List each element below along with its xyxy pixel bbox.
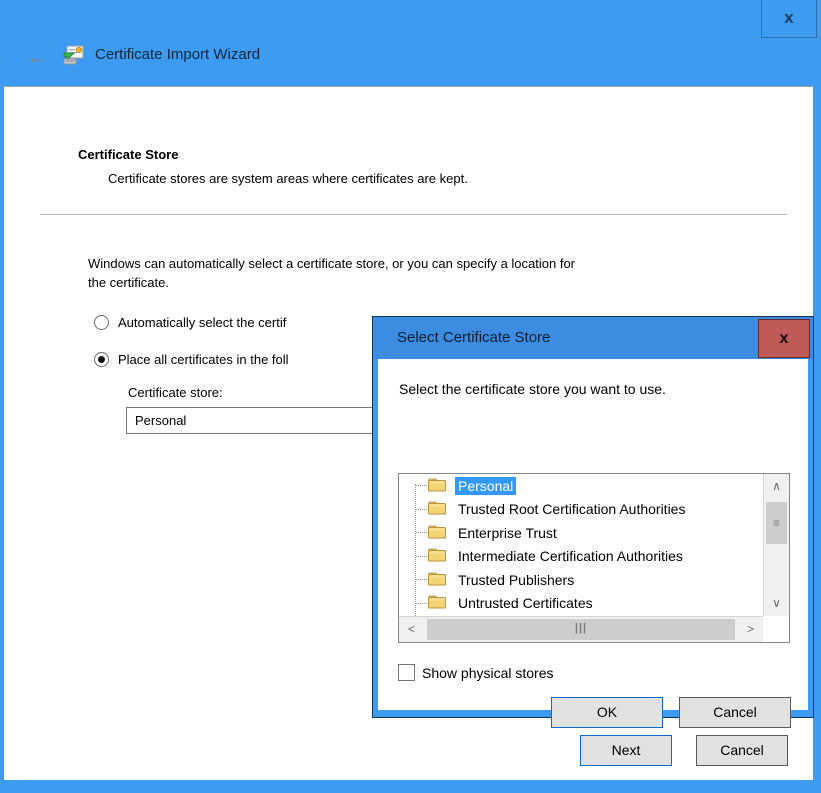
page-heading: Certificate Store bbox=[78, 147, 178, 162]
tree-item-label[interactable]: Trusted Root Certification Authorities bbox=[455, 500, 688, 518]
select-certificate-store-dialog: Select Certificate Store x Select the ce… bbox=[372, 316, 814, 718]
horizontal-scrollbar[interactable]: < ||| > bbox=[399, 616, 763, 642]
folder-icon bbox=[428, 524, 447, 542]
checkbox-icon[interactable] bbox=[398, 664, 415, 681]
tree-item-label-selected[interactable]: Personal bbox=[455, 477, 516, 495]
horizontal-scroll-thumb[interactable]: ||| bbox=[427, 619, 735, 640]
folder-icon bbox=[428, 477, 447, 495]
folder-icon bbox=[428, 571, 447, 589]
tree-item[interactable]: Trusted Root Certification Authorities bbox=[399, 498, 763, 522]
tree-branch-line bbox=[416, 532, 427, 533]
tree-branch-line bbox=[416, 485, 427, 486]
folder-icon bbox=[428, 594, 447, 612]
intro-text: Windows can automatically select a certi… bbox=[88, 254, 575, 292]
dialog-body: Select the certificate store you want to… bbox=[378, 359, 808, 710]
tree-branch-line bbox=[416, 579, 427, 580]
radio-automatically-select[interactable]: Automatically select the certif bbox=[94, 315, 286, 330]
dialog-cancel-button[interactable]: Cancel bbox=[679, 697, 791, 728]
scroll-left-icon[interactable]: < bbox=[399, 617, 424, 642]
certificate-import-wizard-window: x ← Certificate Import Wizard Certificat… bbox=[0, 0, 821, 793]
wizard-title: Certificate Import Wizard bbox=[95, 46, 260, 63]
certificate-import-icon bbox=[60, 42, 86, 71]
vertical-scroll-thumb[interactable]: ≡ bbox=[766, 502, 787, 544]
tree-branch-line bbox=[416, 509, 427, 510]
tree-item-label[interactable]: Trusted Publishers bbox=[455, 571, 577, 589]
tree-item[interactable]: Enterprise Trust bbox=[399, 521, 763, 545]
tree-item[interactable]: Untrusted Certificates bbox=[399, 592, 763, 616]
tree-item-label[interactable]: Enterprise Trust bbox=[455, 524, 560, 542]
divider bbox=[40, 214, 787, 215]
scroll-up-icon[interactable]: ∧ bbox=[764, 474, 789, 499]
certificate-store-tree: Personal Trusted Root Certification Autho… bbox=[398, 473, 790, 643]
dialog-title: Select Certificate Store bbox=[397, 329, 550, 346]
scroll-down-icon[interactable]: ∨ bbox=[764, 591, 789, 616]
ok-button[interactable]: OK bbox=[551, 697, 663, 728]
vertical-scrollbar[interactable]: ∧ ≡ ∨ bbox=[763, 474, 789, 616]
next-button[interactable]: Next bbox=[580, 735, 672, 766]
tree-item-label[interactable]: Intermediate Certification Authorities bbox=[455, 547, 686, 565]
folder-icon bbox=[428, 547, 447, 565]
scroll-right-icon[interactable]: > bbox=[738, 617, 763, 642]
radio-place-all-certificates-label: Place all certificates in the foll bbox=[118, 352, 289, 367]
show-physical-stores-option[interactable]: Show physical stores bbox=[398, 664, 554, 681]
tree-branch-line bbox=[416, 603, 427, 604]
dialog-titlebar[interactable]: Select Certificate Store x bbox=[373, 317, 813, 359]
tree-viewport: Personal Trusted Root Certification Autho… bbox=[399, 474, 763, 616]
dialog-close-button[interactable]: x bbox=[758, 319, 810, 358]
certificate-store-label: Certificate store: bbox=[128, 385, 223, 400]
window-close-button[interactable]: x bbox=[761, 0, 817, 38]
wizard-cancel-button[interactable]: Cancel bbox=[696, 735, 788, 766]
wizard-header: ← Certificate Import Wizard bbox=[0, 40, 821, 86]
folder-icon bbox=[428, 500, 447, 518]
radio-place-all-certificates[interactable]: Place all certificates in the foll bbox=[94, 352, 289, 367]
page-subheading: Certificate stores are system areas wher… bbox=[108, 171, 468, 186]
tree-item[interactable]: Personal bbox=[399, 474, 763, 498]
radio-button-selected-icon[interactable] bbox=[94, 352, 109, 367]
dialog-prompt: Select the certificate store you want to… bbox=[399, 381, 666, 397]
tree-item[interactable]: Trusted Publishers bbox=[399, 568, 763, 592]
radio-automatically-select-label: Automatically select the certif bbox=[118, 315, 286, 330]
show-physical-stores-label: Show physical stores bbox=[422, 665, 554, 681]
back-arrow-icon[interactable]: ← bbox=[26, 44, 48, 70]
tree-branch-line bbox=[416, 556, 427, 557]
tree-item[interactable]: Intermediate Certification Authorities bbox=[399, 545, 763, 569]
tree-item-label[interactable]: Untrusted Certificates bbox=[455, 594, 596, 612]
radio-button-icon[interactable] bbox=[94, 315, 109, 330]
